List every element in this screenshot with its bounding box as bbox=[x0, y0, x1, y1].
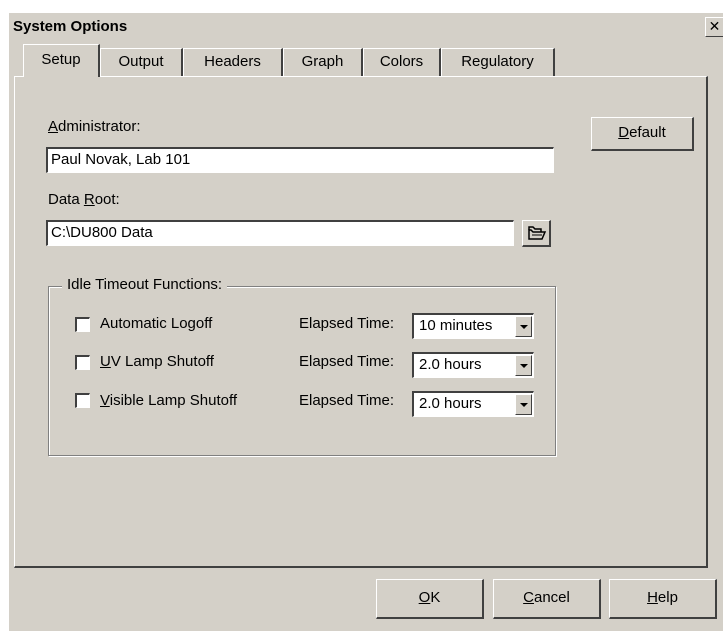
tab-regulatory-label: Regulatory bbox=[461, 53, 534, 70]
title-bar[interactable]: System Options ✕ bbox=[9, 13, 723, 41]
tab-setup-label: Setup bbox=[41, 51, 81, 68]
tab-colors[interactable]: Colors bbox=[363, 48, 441, 76]
tab-output-label: Output bbox=[118, 53, 164, 70]
tab-output[interactable]: Output bbox=[100, 48, 183, 76]
tab-graph[interactable]: Graph bbox=[283, 48, 363, 76]
setup-tab-panel bbox=[14, 76, 708, 568]
close-button[interactable]: ✕ bbox=[705, 17, 723, 37]
tab-setup[interactable]: Setup bbox=[23, 44, 100, 77]
cancel-button[interactable]: Cancel bbox=[493, 579, 601, 619]
tab-colors-label: Colors bbox=[379, 53, 424, 70]
close-icon: ✕ bbox=[708, 18, 721, 34]
tab-graph-label: Graph bbox=[301, 53, 344, 70]
dialog-title: System Options bbox=[13, 18, 128, 35]
tab-headers[interactable]: Headers bbox=[183, 48, 283, 76]
tab-headers-label: Headers bbox=[204, 53, 261, 70]
help-button[interactable]: Help bbox=[609, 579, 717, 619]
ok-button[interactable]: OK bbox=[376, 579, 484, 619]
tab-regulatory[interactable]: Regulatory bbox=[441, 48, 555, 76]
